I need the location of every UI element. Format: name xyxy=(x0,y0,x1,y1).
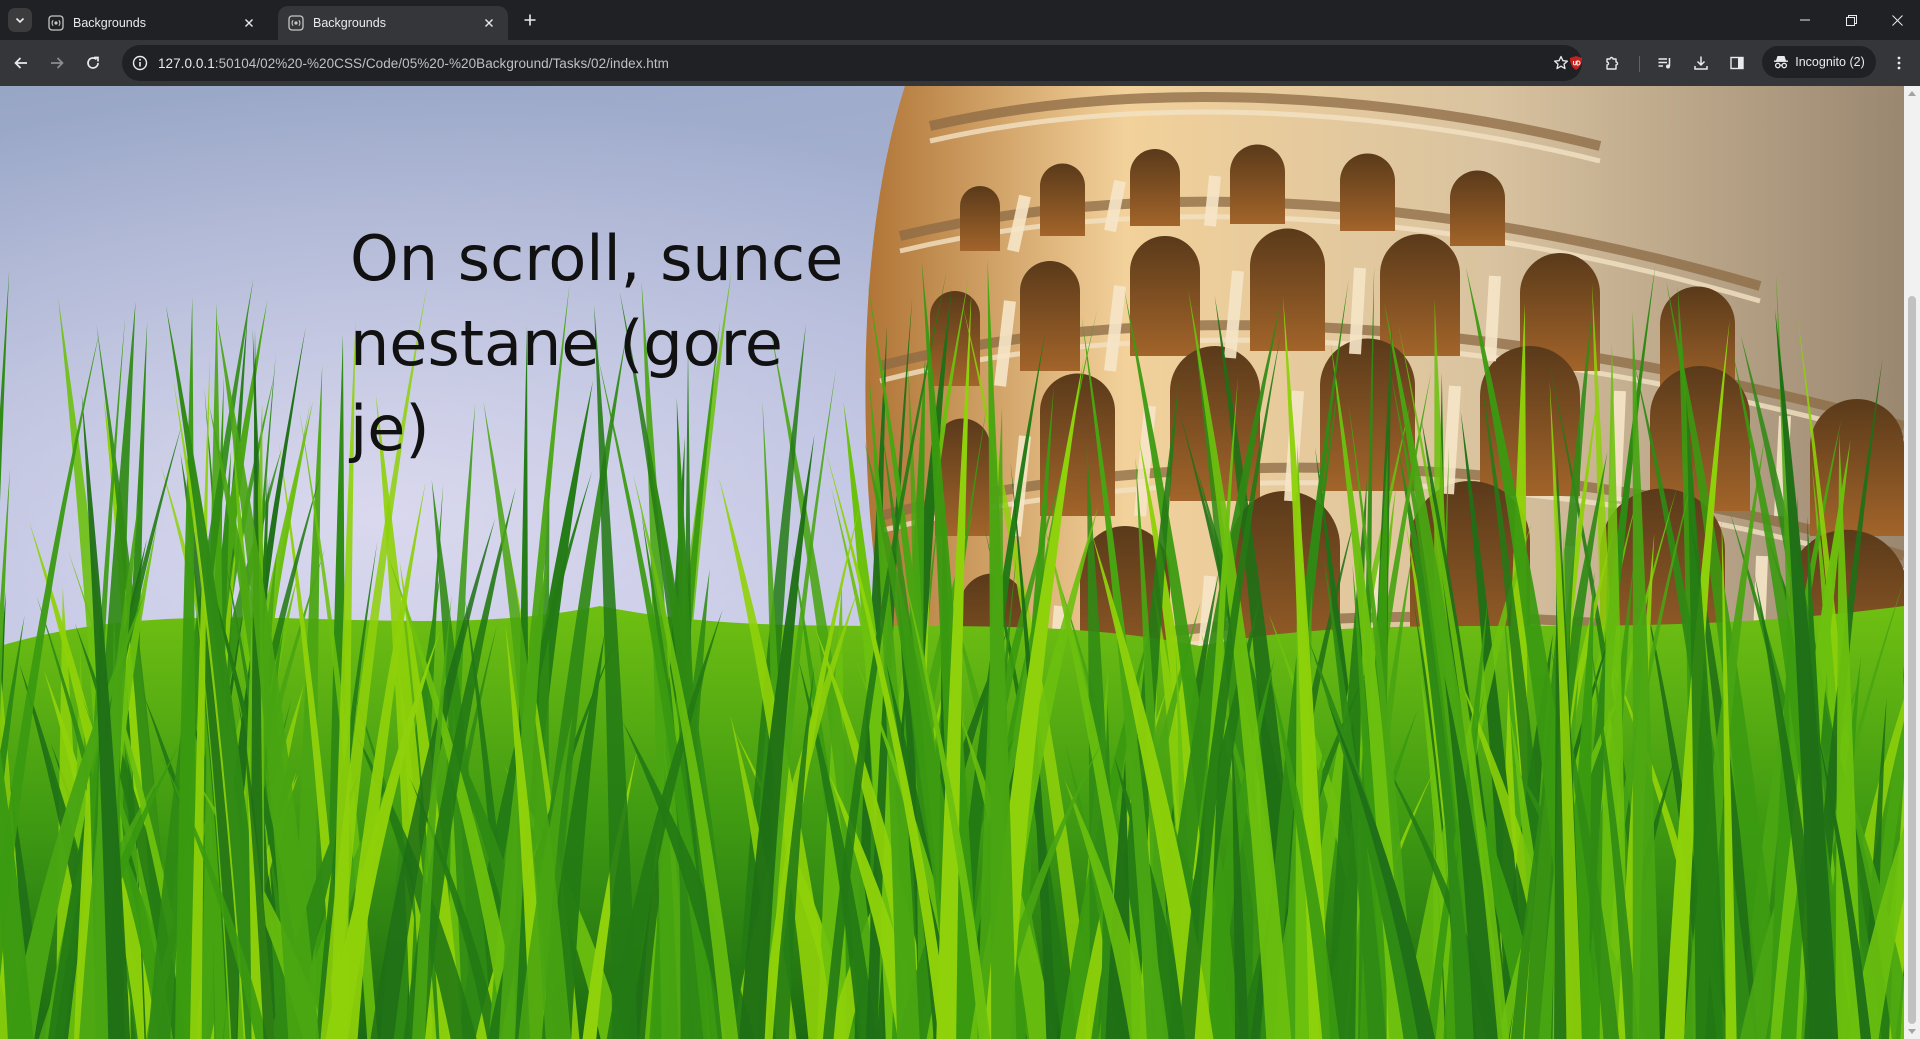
chevron-down-icon xyxy=(15,17,25,24)
reload-icon xyxy=(87,56,99,69)
minimize-button[interactable] xyxy=(1782,0,1828,40)
address-bar[interactable]: 127.0.0.1:50104/02%20-%20CSS/Code/05%20-… xyxy=(122,45,1582,81)
tab-search-button[interactable] xyxy=(8,8,32,32)
broadcast-icon xyxy=(48,15,64,31)
tab-strip: Backgrounds Backgrounds xyxy=(0,0,1920,40)
close-icon xyxy=(1891,14,1903,26)
page-scrollbar[interactable] xyxy=(1904,86,1920,1039)
background-scene xyxy=(0,86,1904,1039)
plus-icon xyxy=(524,14,536,26)
new-tab-button[interactable] xyxy=(520,10,540,30)
scroll-down-arrow[interactable] xyxy=(1908,1029,1916,1034)
broadcast-icon xyxy=(288,15,304,31)
profile-button[interactable]: Incognito (2) xyxy=(1762,46,1876,78)
info-icon[interactable] xyxy=(130,53,150,73)
page-viewport[interactable]: On scroll, sunce nestane (gore je) xyxy=(0,86,1904,1039)
arrow-left-icon xyxy=(14,57,27,69)
forward-button[interactable] xyxy=(41,47,73,79)
downloads-button[interactable] xyxy=(1685,47,1717,79)
restore-icon xyxy=(1845,14,1857,26)
side-panel-icon xyxy=(1730,56,1744,70)
side-panel-button[interactable] xyxy=(1721,47,1753,79)
minimize-icon xyxy=(1800,19,1810,21)
tab-title: Backgrounds xyxy=(73,16,146,30)
close-icon[interactable] xyxy=(240,14,258,32)
scrollbar-thumb[interactable] xyxy=(1908,296,1916,1024)
media-queue-icon xyxy=(1658,58,1671,69)
tab-backgrounds-2[interactable]: Backgrounds xyxy=(278,6,508,40)
close-window-button[interactable] xyxy=(1874,0,1920,40)
reload-button[interactable] xyxy=(77,47,109,79)
puzzle-icon xyxy=(1606,56,1619,70)
media-controls-button[interactable] xyxy=(1649,47,1681,79)
back-button[interactable] xyxy=(5,47,37,79)
restore-button[interactable] xyxy=(1828,0,1874,40)
incognito-icon xyxy=(1774,56,1789,69)
close-icon[interactable] xyxy=(480,14,498,32)
ublock-origin-icon xyxy=(1570,56,1582,70)
extensions-button[interactable] xyxy=(1596,47,1628,79)
chrome-menu-button[interactable] xyxy=(1883,47,1915,79)
page-headline: On scroll, sunce nestane (gore je) xyxy=(350,222,844,465)
url-text[interactable]: 127.0.0.1:50104/02%20-%20CSS/Code/05%20-… xyxy=(158,56,669,71)
tab-title: Backgrounds xyxy=(313,16,386,30)
browser-toolbar: 127.0.0.1:50104/02%20-%20CSS/Code/05%20-… xyxy=(0,40,1920,86)
scroll-up-arrow[interactable] xyxy=(1908,91,1916,96)
kebab-menu-icon xyxy=(1897,56,1901,70)
profile-label: Incognito (2) xyxy=(1795,55,1865,69)
tab-backgrounds-1[interactable]: Backgrounds xyxy=(38,6,268,40)
download-icon xyxy=(1694,56,1708,70)
arrow-right-icon xyxy=(51,57,64,69)
toolbar-separator xyxy=(1639,56,1640,72)
ublock-origin-button[interactable] xyxy=(1560,47,1592,79)
url-host: 127.0.0.1 xyxy=(158,55,215,71)
url-path: :50104/02%20-%20CSS/Code/05%20-%20Backgr… xyxy=(214,55,669,71)
